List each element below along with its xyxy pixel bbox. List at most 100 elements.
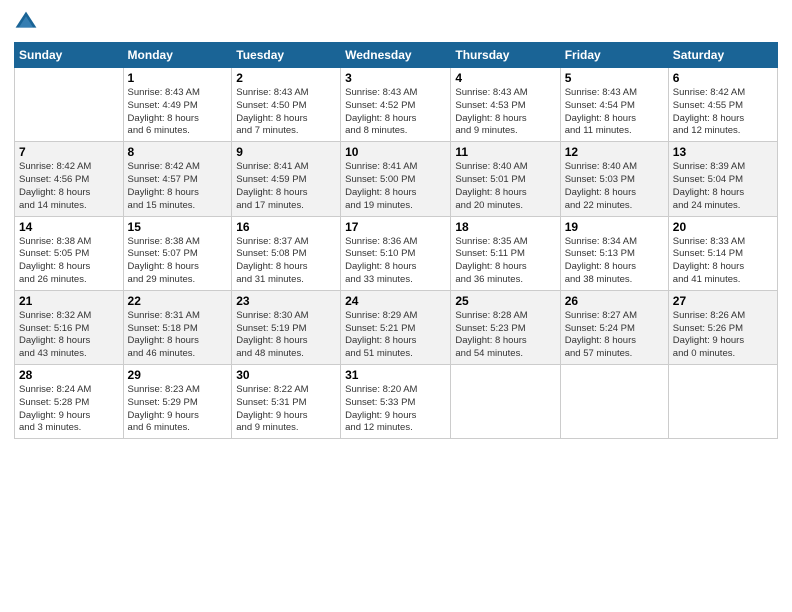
col-header-thursday: Thursday (451, 43, 560, 68)
day-cell: 18 Sunrise: 8:35 AM Sunset: 5:11 PM Dayli… (451, 216, 560, 290)
col-header-saturday: Saturday (668, 43, 777, 68)
day-cell: 15Sunrise: 8:38 AM Sunset: 5:07 PM Dayli… (123, 216, 232, 290)
col-header-tuesday: Tuesday (232, 43, 341, 68)
day-info: Sunrise: 8:33 AM Sunset: 5:14 PM Dayligh… (673, 236, 773, 287)
day-cell: 29Sunrise: 8:23 AM Sunset: 5:29 PM Dayli… (123, 365, 232, 439)
day-cell: 12 Sunrise: 8:40 AM Sunset: 5:03 PM Dayli… (560, 142, 668, 216)
day-cell: 9 Sunrise: 8:41 AM Sunset: 4:59 PM Daylig… (232, 142, 341, 216)
day-info: Sunrise: 8:41 AM Sunset: 4:59 PM Dayligh… (236, 161, 336, 212)
week-row-1: 1 Sunrise: 8:43 AM Sunset: 4:49 PM Daylig… (15, 68, 778, 142)
day-number: 6 (673, 71, 773, 85)
day-cell: 23 Sunrise: 8:30 AM Sunset: 5:19 PM Dayli… (232, 290, 341, 364)
day-info: Sunrise: 8:42 AM Sunset: 4:56 PM Dayligh… (19, 161, 119, 212)
day-number: 23 (236, 294, 336, 308)
calendar-page: SundayMondayTuesdayWednesdayThursdayFrid… (0, 0, 792, 612)
day-info: Sunrise: 8:43 AM Sunset: 4:54 PM Dayligh… (565, 87, 664, 138)
day-number: 18 (455, 220, 555, 234)
day-cell: 31Sunrise: 8:20 AM Sunset: 5:33 PM Dayli… (341, 365, 451, 439)
day-cell (560, 365, 668, 439)
day-info: Sunrise: 8:31 AM Sunset: 5:18 PM Dayligh… (128, 310, 228, 361)
day-info: Sunrise: 8:40 AM Sunset: 5:03 PM Dayligh… (565, 161, 664, 212)
day-cell: 22 Sunrise: 8:31 AM Sunset: 5:18 PM Dayli… (123, 290, 232, 364)
day-cell: 14Sunrise: 8:38 AM Sunset: 5:05 PM Dayli… (15, 216, 124, 290)
day-cell: 7 Sunrise: 8:42 AM Sunset: 4:56 PM Daylig… (15, 142, 124, 216)
day-number: 3 (345, 71, 446, 85)
day-number: 12 (565, 145, 664, 159)
day-cell: 6 Sunrise: 8:42 AM Sunset: 4:55 PM Daylig… (668, 68, 777, 142)
day-number: 11 (455, 145, 555, 159)
day-number: 16 (236, 220, 336, 234)
day-cell: 30 Sunrise: 8:22 AM Sunset: 5:31 PM Dayli… (232, 365, 341, 439)
day-info: Sunrise: 8:42 AM Sunset: 4:55 PM Dayligh… (673, 87, 773, 138)
page-header (14, 10, 778, 34)
day-number: 1 (128, 71, 228, 85)
day-number: 22 (128, 294, 228, 308)
day-cell (451, 365, 560, 439)
day-info: Sunrise: 8:27 AM Sunset: 5:24 PM Dayligh… (565, 310, 664, 361)
day-cell: 5 Sunrise: 8:43 AM Sunset: 4:54 PM Daylig… (560, 68, 668, 142)
day-number: 19 (565, 220, 664, 234)
day-number: 20 (673, 220, 773, 234)
day-info: Sunrise: 8:29 AM Sunset: 5:21 PM Dayligh… (345, 310, 446, 361)
day-info: Sunrise: 8:42 AM Sunset: 4:57 PM Dayligh… (128, 161, 228, 212)
day-cell: 11 Sunrise: 8:40 AM Sunset: 5:01 PM Dayli… (451, 142, 560, 216)
day-info: Sunrise: 8:35 AM Sunset: 5:11 PM Dayligh… (455, 236, 555, 287)
day-cell: 16 Sunrise: 8:37 AM Sunset: 5:08 PM Dayli… (232, 216, 341, 290)
col-header-monday: Monday (123, 43, 232, 68)
day-info: Sunrise: 8:40 AM Sunset: 5:01 PM Dayligh… (455, 161, 555, 212)
day-info: Sunrise: 8:39 AM Sunset: 5:04 PM Dayligh… (673, 161, 773, 212)
day-number: 25 (455, 294, 555, 308)
day-info: Sunrise: 8:37 AM Sunset: 5:08 PM Dayligh… (236, 236, 336, 287)
day-cell: 26Sunrise: 8:27 AM Sunset: 5:24 PM Dayli… (560, 290, 668, 364)
day-number: 14 (19, 220, 119, 234)
header-row: SundayMondayTuesdayWednesdayThursdayFrid… (15, 43, 778, 68)
day-number: 24 (345, 294, 446, 308)
day-cell: 13Sunrise: 8:39 AM Sunset: 5:04 PM Dayli… (668, 142, 777, 216)
day-cell: 1 Sunrise: 8:43 AM Sunset: 4:49 PM Daylig… (123, 68, 232, 142)
day-info: Sunrise: 8:30 AM Sunset: 5:19 PM Dayligh… (236, 310, 336, 361)
day-number: 8 (128, 145, 228, 159)
day-info: Sunrise: 8:22 AM Sunset: 5:31 PM Dayligh… (236, 384, 336, 435)
day-info: Sunrise: 8:41 AM Sunset: 5:00 PM Dayligh… (345, 161, 446, 212)
logo-icon (14, 10, 38, 34)
day-number: 28 (19, 368, 119, 382)
day-number: 7 (19, 145, 119, 159)
day-number: 15 (128, 220, 228, 234)
week-row-3: 14Sunrise: 8:38 AM Sunset: 5:05 PM Dayli… (15, 216, 778, 290)
day-number: 5 (565, 71, 664, 85)
day-number: 29 (128, 368, 228, 382)
day-number: 17 (345, 220, 446, 234)
day-number: 9 (236, 145, 336, 159)
week-row-2: 7 Sunrise: 8:42 AM Sunset: 4:56 PM Daylig… (15, 142, 778, 216)
week-row-5: 28 Sunrise: 8:24 AM Sunset: 5:28 PM Dayli… (15, 365, 778, 439)
day-cell: 8 Sunrise: 8:42 AM Sunset: 4:57 PM Daylig… (123, 142, 232, 216)
day-number: 4 (455, 71, 555, 85)
col-header-wednesday: Wednesday (341, 43, 451, 68)
day-cell: 25Sunrise: 8:28 AM Sunset: 5:23 PM Dayli… (451, 290, 560, 364)
day-info: Sunrise: 8:24 AM Sunset: 5:28 PM Dayligh… (19, 384, 119, 435)
day-number: 31 (345, 368, 446, 382)
day-info: Sunrise: 8:26 AM Sunset: 5:26 PM Dayligh… (673, 310, 773, 361)
day-cell: 4 Sunrise: 8:43 AM Sunset: 4:53 PM Daylig… (451, 68, 560, 142)
day-info: Sunrise: 8:43 AM Sunset: 4:52 PM Dayligh… (345, 87, 446, 138)
day-cell: 10Sunrise: 8:41 AM Sunset: 5:00 PM Dayli… (341, 142, 451, 216)
day-cell: 2Sunrise: 8:43 AM Sunset: 4:50 PM Daylig… (232, 68, 341, 142)
day-number: 27 (673, 294, 773, 308)
day-info: Sunrise: 8:43 AM Sunset: 4:49 PM Dayligh… (128, 87, 228, 138)
day-number: 21 (19, 294, 119, 308)
day-cell (668, 365, 777, 439)
day-cell: 28 Sunrise: 8:24 AM Sunset: 5:28 PM Dayli… (15, 365, 124, 439)
day-cell: 17Sunrise: 8:36 AM Sunset: 5:10 PM Dayli… (341, 216, 451, 290)
week-row-4: 21 Sunrise: 8:32 AM Sunset: 5:16 PM Dayli… (15, 290, 778, 364)
day-cell (15, 68, 124, 142)
calendar-table: SundayMondayTuesdayWednesdayThursdayFrid… (14, 42, 778, 439)
logo (14, 10, 42, 34)
col-header-sunday: Sunday (15, 43, 124, 68)
day-cell: 21 Sunrise: 8:32 AM Sunset: 5:16 PM Dayli… (15, 290, 124, 364)
day-info: Sunrise: 8:32 AM Sunset: 5:16 PM Dayligh… (19, 310, 119, 361)
day-info: Sunrise: 8:43 AM Sunset: 4:53 PM Dayligh… (455, 87, 555, 138)
day-info: Sunrise: 8:43 AM Sunset: 4:50 PM Dayligh… (236, 87, 336, 138)
day-cell: 27 Sunrise: 8:26 AM Sunset: 5:26 PM Dayli… (668, 290, 777, 364)
col-header-friday: Friday (560, 43, 668, 68)
day-number: 30 (236, 368, 336, 382)
